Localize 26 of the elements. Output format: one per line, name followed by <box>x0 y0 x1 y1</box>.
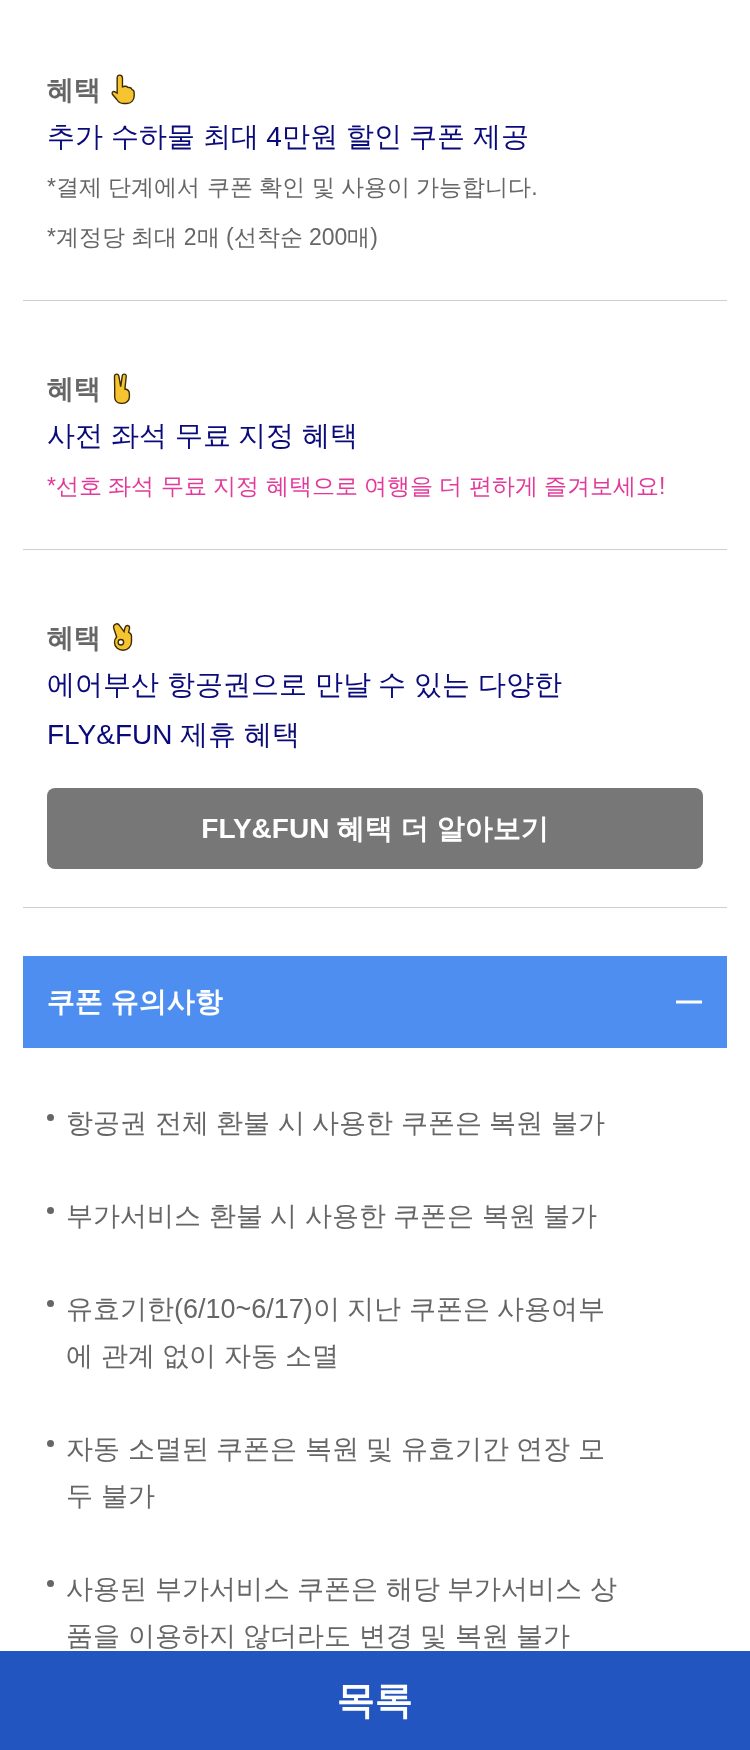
notice-item: 유효기한(6/10~6/17)이 지난 쿠폰은 사용여부 에 관계 없이 자동 소멸 <box>66 1293 606 1373</box>
benefit-title: 에어부산 항공권으로 만날 수 있는 다양한 FLY&FUN 제휴 혜택 <box>47 668 563 752</box>
benefit-heading: 혜택 <box>47 74 101 107</box>
benefit-heading: 혜택 <box>47 373 101 406</box>
list-button[interactable]: 목록 <box>0 1651 750 1750</box>
notice-item: 부가서비스 환불 시 사용한 쿠폰은 복원 불가 <box>66 1200 597 1233</box>
benefit-title: 사전 좌석 무료 지정 혜택 <box>47 419 360 453</box>
bullet-dot <box>47 1580 54 1587</box>
bullet-dot <box>47 1440 54 1447</box>
benefit-note: *결제 단계에서 쿠폰 확인 및 사용이 가능합니다. <box>47 173 539 202</box>
bullet-dot <box>47 1114 54 1121</box>
bullet-dot <box>47 1207 54 1214</box>
accordion-header[interactable]: 쿠폰 유의사항 <box>23 956 727 1048</box>
accordion-title: 쿠폰 유의사항 <box>47 985 223 1019</box>
benefit-note: *선호 좌석 무료 지정 혜택으로 여행을 더 편하게 즐겨보세요! <box>47 472 667 501</box>
bullet-dot <box>47 1300 54 1307</box>
benefit-note: *계정당 최대 2매 (선착순 200매) <box>47 223 379 252</box>
ok-hand-icon <box>113 623 133 651</box>
benefit-heading: 혜택 <box>47 622 101 655</box>
notice-item: 항공권 전체 환불 시 사용한 쿠폰은 복원 불가 <box>66 1107 605 1140</box>
victory-hand-icon <box>113 373 131 405</box>
notice-item: 사용된 부가서비스 쿠폰은 해당 부가서비스 상 품을 이용하지 않더라도 변경 및 복원 불가 <box>66 1573 617 1651</box>
notice-item: 자동 소멸된 쿠폰은 복원 및 유효기간 연장 모 두 불가 <box>66 1433 605 1513</box>
benefit-title: 추가 수하물 최대 4만원 할인 쿠폰 제공 <box>47 120 531 154</box>
pointing-hand-icon <box>111 74 135 105</box>
learn-more-button[interactable]: FLY&FUN 혜택 더 알아보기 <box>47 788 703 869</box>
